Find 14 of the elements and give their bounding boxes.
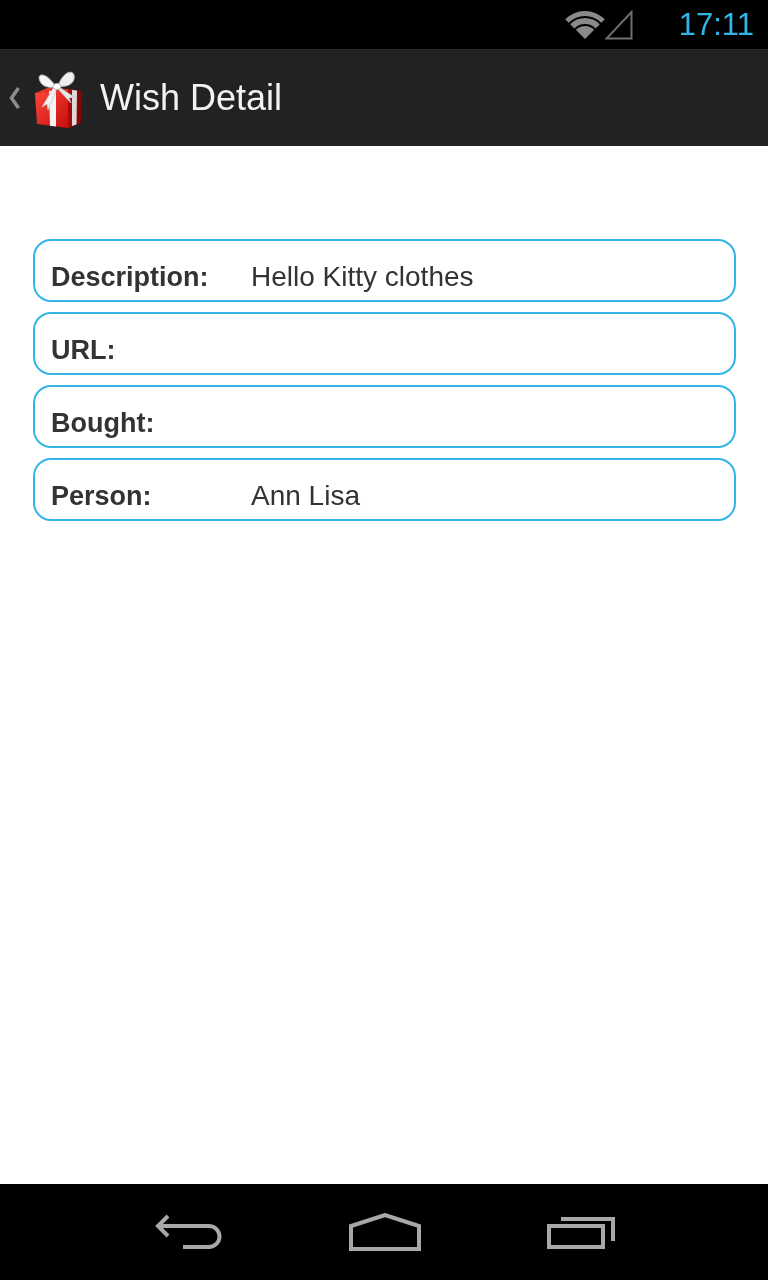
- back-arrow-icon[interactable]: [155, 1214, 223, 1250]
- field-label: Description:: [51, 261, 209, 293]
- cell-signal-icon: [604, 9, 633, 40]
- wifi-signal-icon: [564, 9, 605, 40]
- field-label: Person:: [51, 480, 152, 512]
- field-label: Bought:: [51, 407, 155, 439]
- chevron-left-icon[interactable]: [8, 86, 21, 110]
- recent-apps-icon[interactable]: [547, 1215, 615, 1249]
- field-value: Ann Lisa: [251, 480, 360, 512]
- field-value: Hello Kitty clothes: [251, 261, 474, 293]
- screen-title: Wish Detail: [100, 76, 283, 120]
- status-time: 17:11: [678, 6, 754, 43]
- home-icon[interactable]: [349, 1213, 421, 1251]
- field-label: URL:: [51, 334, 116, 366]
